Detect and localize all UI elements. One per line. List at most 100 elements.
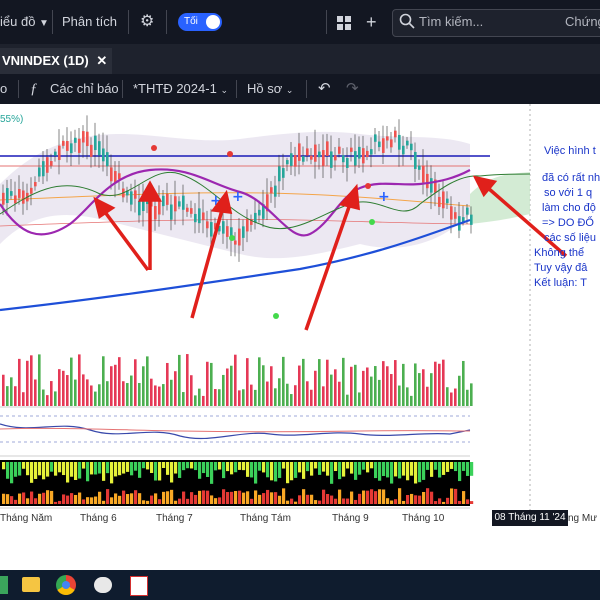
signal-dot bbox=[229, 235, 235, 241]
volume-bar bbox=[122, 381, 125, 406]
histogram-bar bbox=[406, 495, 410, 504]
histogram-bar bbox=[470, 501, 474, 504]
note-line: so với 1 q bbox=[544, 187, 593, 199]
x-axis-label: Tháng 6 bbox=[80, 513, 117, 524]
search-box[interactable]: Tìm kiếm... Chứng bbox=[392, 9, 600, 37]
candle bbox=[78, 138, 81, 153]
histogram-bar bbox=[18, 462, 22, 476]
histogram-bar bbox=[390, 462, 394, 484]
volume-bar bbox=[34, 379, 37, 406]
histogram-bar bbox=[318, 462, 322, 475]
histogram-bar bbox=[446, 462, 450, 472]
volume-bar bbox=[130, 375, 133, 406]
histogram-bar bbox=[230, 491, 234, 504]
candle bbox=[398, 134, 401, 150]
undo-icon[interactable]: ↶ bbox=[318, 78, 331, 100]
histogram-bar bbox=[430, 491, 434, 504]
volume-bar bbox=[366, 367, 369, 406]
histogram-bar bbox=[422, 491, 426, 504]
volume-bar bbox=[362, 370, 365, 406]
candle bbox=[18, 189, 21, 198]
histogram-bar bbox=[366, 490, 370, 504]
histogram-bar bbox=[342, 462, 346, 477]
osc-signal bbox=[0, 427, 471, 433]
volume-bar bbox=[314, 370, 317, 406]
histogram-bar bbox=[66, 495, 70, 504]
theme-toggle[interactable]: Tối bbox=[178, 13, 222, 31]
volume-bar bbox=[370, 376, 373, 406]
volume-bar bbox=[254, 389, 257, 406]
app-icon[interactable] bbox=[94, 577, 112, 593]
histogram-bar bbox=[22, 492, 26, 504]
histogram-bar bbox=[418, 495, 422, 504]
histogram-bar bbox=[450, 462, 454, 469]
note-line: Không thể bbox=[534, 247, 585, 259]
close-icon[interactable]: ✕ bbox=[96, 53, 107, 68]
histogram-bar bbox=[258, 462, 262, 471]
volume-bar bbox=[190, 375, 193, 406]
histogram-bar bbox=[334, 498, 338, 504]
histogram-bar bbox=[278, 495, 282, 504]
redo-icon[interactable]: ↷ bbox=[346, 78, 359, 100]
histogram-bar bbox=[462, 462, 466, 471]
volume-bar bbox=[274, 388, 277, 406]
histogram-bar bbox=[170, 489, 174, 504]
histogram-bar bbox=[54, 462, 58, 476]
layout-grid-icon[interactable] bbox=[336, 10, 352, 34]
interval-icon[interactable]: o bbox=[0, 78, 7, 100]
histogram-bar bbox=[86, 462, 90, 482]
volume-bar bbox=[258, 357, 261, 406]
x-axis-label: ng Mư bbox=[568, 513, 597, 524]
histogram-bar bbox=[362, 462, 366, 470]
candle bbox=[238, 228, 241, 246]
divider bbox=[236, 80, 237, 98]
histogram-bar bbox=[338, 489, 342, 504]
histogram-bar bbox=[270, 462, 274, 481]
histogram-bar bbox=[314, 500, 318, 504]
gear-icon[interactable]: ⚙ bbox=[140, 10, 154, 34]
plus-icon[interactable]: + bbox=[366, 10, 377, 34]
histogram-bar bbox=[206, 462, 210, 477]
histogram-bar bbox=[350, 462, 354, 474]
right-menu-text[interactable]: Chứng bbox=[565, 14, 600, 29]
histogram-bar bbox=[298, 495, 302, 504]
template-button[interactable]: *THTĐ 2024-1 ⌄ bbox=[133, 78, 228, 100]
volume-bar bbox=[118, 357, 121, 406]
histogram-bar bbox=[290, 462, 294, 481]
volume-bar bbox=[162, 384, 165, 406]
chart-area[interactable]: 55%) + + + Việc hình t đã có rất nh so v… bbox=[0, 104, 600, 570]
histogram-bar bbox=[122, 490, 126, 504]
analysis-button[interactable]: Phân tích bbox=[62, 10, 117, 34]
volume-bar bbox=[286, 383, 289, 406]
candle bbox=[210, 222, 213, 237]
volume-bar bbox=[462, 360, 465, 406]
app-icon[interactable] bbox=[0, 576, 8, 594]
chrome-icon[interactable] bbox=[56, 575, 76, 595]
search-input[interactable]: Tìm kiếm... bbox=[419, 14, 483, 29]
chart-menu-button[interactable]: iểu đồ ▼ bbox=[0, 10, 49, 34]
histogram-bar bbox=[54, 501, 58, 504]
tab-vnindex[interactable]: VNINDEX (1D) ✕ bbox=[0, 48, 112, 74]
histogram-bar bbox=[14, 462, 18, 477]
folder-icon[interactable] bbox=[22, 577, 40, 592]
candle bbox=[34, 181, 37, 187]
app-icon[interactable] bbox=[130, 576, 148, 596]
indicators-button[interactable]: Các chỉ báo bbox=[50, 78, 119, 100]
candle bbox=[10, 191, 13, 196]
candle bbox=[286, 160, 289, 165]
histogram-bar bbox=[114, 462, 118, 477]
volume-bar bbox=[82, 374, 85, 406]
histogram-bar bbox=[194, 462, 198, 471]
volume-bar bbox=[218, 389, 221, 406]
histogram-bar bbox=[262, 493, 266, 504]
histogram-bar bbox=[270, 492, 274, 504]
histogram-bar bbox=[94, 462, 98, 475]
candle bbox=[366, 150, 369, 157]
histogram-bar bbox=[282, 488, 286, 504]
histogram-bar bbox=[126, 462, 130, 472]
candle bbox=[254, 212, 257, 223]
annotation-notes: Việc hình t đã có rất nh so với 1 q làm … bbox=[534, 144, 600, 291]
volume-bar bbox=[378, 379, 381, 406]
profile-button[interactable]: Hồ sơ ⌄ bbox=[247, 78, 293, 100]
price-chart[interactable]: + + + bbox=[0, 104, 600, 570]
